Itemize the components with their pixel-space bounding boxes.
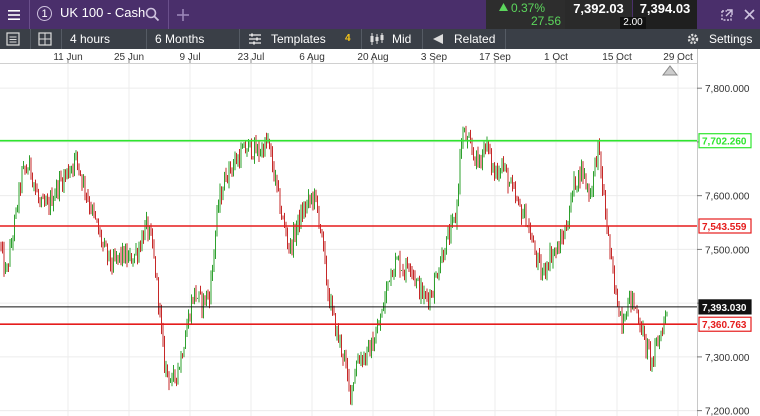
- menu-button[interactable]: [0, 0, 28, 29]
- separator: [61, 29, 62, 49]
- x-tick-label: 17 Sep: [479, 52, 511, 63]
- price-chart[interactable]: 11 Jun 25 Jun 9 Jul 23 Jul 6 Aug 20 Aug 3 Sep 1…: [0, 49, 760, 416]
- indicator-count-badge: 4: [345, 33, 351, 44]
- x-tick-label: 20 Aug: [357, 52, 388, 63]
- change-points: 27.56: [531, 14, 562, 28]
- chart-toolbar: 4 hours 6 Months Templates 4 Mid Related…: [0, 29, 760, 49]
- grid-layout-icon: [38, 32, 52, 46]
- separator: [361, 29, 362, 49]
- market-symbol[interactable]: UK 100 - Cash: [60, 5, 145, 20]
- search-button[interactable]: [143, 0, 161, 29]
- gear-icon: [687, 33, 699, 45]
- hamburger-menu-icon: [8, 9, 20, 20]
- pop-out-button[interactable]: [718, 0, 736, 29]
- add-market-button[interactable]: [172, 0, 194, 29]
- chart-menu-button[interactable]: [6, 29, 24, 49]
- plus-icon: [177, 8, 189, 21]
- price-mode-icon-wrap[interactable]: [369, 29, 387, 49]
- market-header: 1 UK 100 - Cash 0.37% 27.56 7,392.03 7,3…: [0, 0, 760, 29]
- y-tick-label: 7,200.000: [705, 407, 750, 416]
- list-icon: [6, 32, 20, 46]
- close-button[interactable]: [740, 0, 758, 29]
- y-tick-label: 7,500.000: [705, 245, 750, 256]
- x-tick-label: 25 Jun: [114, 52, 144, 63]
- x-tick-label: 15 Oct: [602, 52, 632, 63]
- level-label: 7,702.260: [702, 137, 747, 148]
- x-tick-label: 6 Aug: [299, 52, 325, 63]
- spread-value: 2.00: [620, 17, 646, 29]
- pop-out-icon: [721, 8, 733, 21]
- x-tick-label: 3 Sep: [421, 52, 448, 63]
- settings-icon-wrap[interactable]: [686, 29, 704, 49]
- y-tick-label: 7,300.000: [705, 353, 750, 364]
- templates-icon-wrap[interactable]: [248, 29, 266, 49]
- price-mode-button[interactable]: Mid: [392, 29, 411, 49]
- level-label: 7,393.030: [702, 303, 747, 314]
- x-tick-label: 29 Oct: [663, 52, 693, 63]
- separator: [239, 29, 240, 49]
- range-selector[interactable]: 6 Months: [155, 29, 204, 49]
- x-tick-label: 11 Jun: [53, 52, 82, 63]
- sliders-icon: [249, 33, 261, 45]
- separator: [146, 29, 147, 49]
- level-label: 7,360.763: [702, 320, 747, 331]
- separator: [30, 29, 31, 49]
- candlestick-icon: [370, 33, 384, 45]
- templates-button[interactable]: Templates: [271, 29, 326, 49]
- x-tick-label: 23 Jul: [238, 52, 265, 63]
- close-icon: [743, 9, 755, 20]
- chart-background: [0, 49, 760, 416]
- level-label: 7,543.559: [702, 222, 747, 233]
- y-tick-label: 7,600.000: [705, 192, 750, 203]
- related-icon-wrap[interactable]: [432, 29, 448, 49]
- separator: [29, 0, 30, 29]
- layout-button[interactable]: [38, 29, 56, 49]
- separator: [168, 0, 169, 29]
- settings-button[interactable]: Settings: [709, 29, 752, 49]
- y-tick-label: 7,800.000: [705, 84, 750, 95]
- interval-selector[interactable]: 4 hours: [70, 29, 110, 49]
- change-percent: 0.37%: [511, 1, 546, 15]
- market-number-badge: 1: [37, 6, 52, 21]
- separator: [505, 29, 506, 49]
- x-tick-label: 1 Oct: [544, 52, 568, 63]
- x-tick-label: 9 Jul: [179, 52, 200, 63]
- search-icon: [145, 7, 159, 22]
- up-arrow-icon: [499, 3, 508, 11]
- related-button[interactable]: Related: [454, 29, 495, 49]
- separator: [422, 29, 423, 49]
- triangle-left-icon: [433, 34, 443, 44]
